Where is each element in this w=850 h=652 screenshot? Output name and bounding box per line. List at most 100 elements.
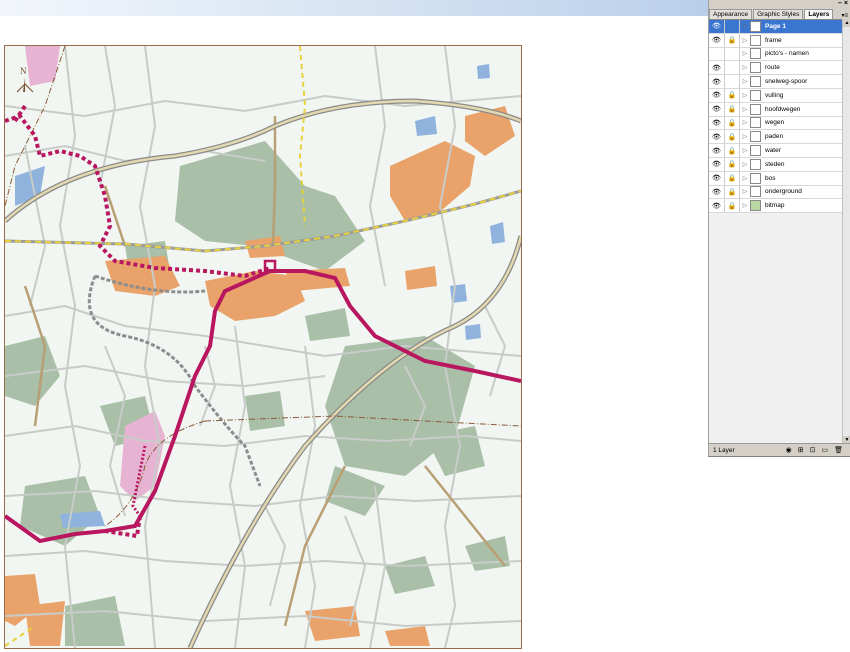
layers-scrollbar[interactable]: ▲ ▼ — [842, 19, 850, 444]
visibility-eye-icon[interactable]: 👁 — [709, 133, 724, 141]
layer-name[interactable]: onderground — [765, 188, 837, 195]
expand-triangle-icon[interactable]: ▷ — [740, 119, 750, 126]
layer-row-route[interactable]: 👁 ▷ route ○ — [709, 61, 850, 76]
expand-triangle-icon[interactable]: ▷ — [740, 161, 750, 168]
layer-count: 1 Layer — [713, 446, 735, 454]
layer-name[interactable]: hoofdwegen — [765, 106, 837, 113]
layer-thumbnail — [750, 34, 761, 46]
clipping-mask-icon[interactable]: ⊞ — [798, 446, 804, 454]
layer-row-frame[interactable]: 👁 🔒 ▷ frame ○ — [709, 33, 850, 48]
lock-icon[interactable]: 🔒 — [724, 157, 740, 171]
expand-triangle-icon[interactable]: ▷ — [740, 133, 750, 140]
lock-toggle[interactable] — [724, 75, 740, 88]
tab-layers[interactable]: Layers — [804, 9, 834, 19]
visibility-eye-icon[interactable]: 👁 — [709, 119, 724, 127]
expand-triangle-icon[interactable]: ▷ — [740, 202, 750, 209]
layer-row-steden[interactable]: 👁 🔒 ▷ steden ○ — [709, 157, 850, 172]
window-title-strip — [0, 0, 708, 16]
expand-triangle-icon[interactable]: ▷ — [740, 50, 750, 57]
expand-triangle-icon[interactable]: ▷ — [740, 64, 750, 71]
minimize-icon[interactable]: – — [838, 0, 842, 8]
lock-icon[interactable]: 🔒 — [724, 171, 740, 185]
layer-name[interactable]: frame — [765, 37, 837, 44]
layer-thumbnail — [750, 172, 761, 184]
expand-triangle-icon[interactable]: ▽ — [740, 23, 750, 30]
visibility-eye-icon[interactable]: 👁 — [709, 105, 724, 113]
layer-name[interactable]: Page 1 — [765, 23, 837, 30]
visibility-eye-icon[interactable]: 👁 — [709, 160, 724, 168]
close-icon[interactable]: × — [844, 0, 848, 8]
layer-thumbnail — [750, 62, 761, 74]
layer-thumbnail — [750, 158, 761, 170]
lock-icon[interactable]: 🔒 — [724, 88, 740, 102]
lock-icon[interactable]: 🔒 — [724, 33, 740, 47]
layer-row-bitmap[interactable]: 👁 🔒 ▷ bitmap ○ — [709, 199, 850, 214]
visibility-eye-icon[interactable]: 👁 — [709, 36, 724, 44]
expand-triangle-icon[interactable]: ▷ — [740, 175, 750, 182]
tab-appearance[interactable]: Appearance — [709, 9, 753, 19]
lock-toggle[interactable] — [724, 61, 740, 75]
layer-name[interactable]: paden — [765, 133, 837, 140]
lock-toggle[interactable] — [724, 20, 740, 33]
expand-triangle-icon[interactable]: ▷ — [740, 37, 750, 44]
layer-thumbnail — [750, 20, 761, 32]
layer-name[interactable]: water — [765, 147, 837, 154]
panel-footer: 1 Layer ◉ ⊞ ⊡ ▭ 🗑 — [709, 443, 850, 456]
layer-name[interactable]: wegen — [765, 119, 837, 126]
panel-titlebar: – × — [709, 0, 850, 8]
tab-graphic-styles[interactable]: Graphic Styles — [753, 9, 804, 19]
visibility-eye-icon[interactable]: 👁 — [709, 188, 724, 196]
expand-triangle-icon[interactable]: ▷ — [740, 188, 750, 195]
pink-area-north — [25, 46, 60, 86]
map-background — [5, 46, 521, 648]
layer-name[interactable]: steden — [765, 161, 837, 168]
visibility-eye-icon[interactable]: 👁 — [709, 78, 724, 86]
visibility-eye-icon[interactable]: 👁 — [709, 202, 724, 210]
layer-row-vulling[interactable]: 👁 🔒 ▷ vulling ○ — [709, 88, 850, 103]
visibility-eye-icon[interactable]: 👁 — [709, 64, 724, 72]
new-sublayer-icon[interactable]: ⊡ — [810, 446, 816, 454]
panel-tabs: Appearance Graphic Styles Layers ▾≡ — [709, 8, 850, 20]
visibility-eye-icon[interactable]: 👁 — [709, 174, 724, 182]
layer-row-hoofdwegen[interactable]: 👁 🔒 ▷ hoofdwegen ○ — [709, 102, 850, 117]
map-canvas[interactable]: N — [4, 45, 522, 649]
visibility-eye-icon[interactable]: 👁 — [709, 147, 724, 155]
layer-thumbnail — [750, 186, 761, 198]
lock-toggle[interactable] — [724, 47, 740, 61]
layer-name[interactable]: bitmap — [765, 202, 837, 209]
lock-icon[interactable]: 🔒 — [724, 199, 740, 213]
lock-icon[interactable]: 🔒 — [724, 144, 740, 157]
lock-icon[interactable]: 🔒 — [724, 185, 740, 199]
layer-row-paden[interactable]: 👁 🔒 ▷ paden ○ — [709, 130, 850, 145]
lock-icon[interactable]: 🔒 — [724, 102, 740, 116]
layer-name[interactable]: bos — [765, 175, 837, 182]
trash-icon[interactable]: 🗑 — [834, 446, 843, 454]
layers-panel: – × Appearance Graphic Styles Layers ▾≡ … — [708, 0, 850, 457]
north-label: N — [20, 66, 27, 76]
expand-triangle-icon[interactable]: ▷ — [740, 92, 750, 99]
visibility-eye-icon[interactable]: 👁 — [709, 91, 724, 99]
scroll-up-icon[interactable]: ▲ — [843, 19, 850, 27]
panel-menu-icon[interactable]: ▾≡ — [838, 12, 850, 19]
locate-object-icon[interactable]: ◉ — [786, 446, 792, 454]
layer-row-picto-namen[interactable]: ▷ picto's - namen ○ — [709, 47, 850, 62]
layer-row-bos[interactable]: 👁 🔒 ▷ bos ○ — [709, 171, 850, 186]
layer-row-snelweg-spoor[interactable]: 👁 ▷ snelweg-spoor ○ — [709, 75, 850, 89]
layer-row-onderground[interactable]: 👁 🔒 ▷ onderground ○ — [709, 185, 850, 200]
new-layer-icon[interactable]: ▭ — [821, 446, 828, 454]
expand-triangle-icon[interactable]: ▷ — [740, 78, 750, 85]
layer-name[interactable]: route — [765, 64, 837, 71]
layer-list: 👁 ▽ Page 1 ○ 👁 🔒 ▷ frame ○ ▷ picto's - n… — [709, 20, 850, 214]
expand-triangle-icon[interactable]: ▷ — [740, 106, 750, 113]
visibility-eye-icon[interactable]: 👁 — [709, 22, 724, 30]
lock-icon[interactable]: 🔒 — [724, 116, 740, 130]
layer-thumbnail — [750, 48, 761, 60]
layer-name[interactable]: picto's - namen — [765, 50, 837, 57]
layer-row-page-1[interactable]: 👁 ▽ Page 1 ○ — [709, 20, 850, 34]
lock-icon[interactable]: 🔒 — [724, 130, 740, 144]
layer-name[interactable]: vulling — [765, 92, 837, 99]
layer-row-wegen[interactable]: 👁 🔒 ▷ wegen ○ — [709, 116, 850, 131]
layer-row-water[interactable]: 👁 🔒 ▷ water ○ — [709, 144, 850, 158]
layer-name[interactable]: snelweg-spoor — [765, 78, 837, 85]
expand-triangle-icon[interactable]: ▷ — [740, 147, 750, 154]
